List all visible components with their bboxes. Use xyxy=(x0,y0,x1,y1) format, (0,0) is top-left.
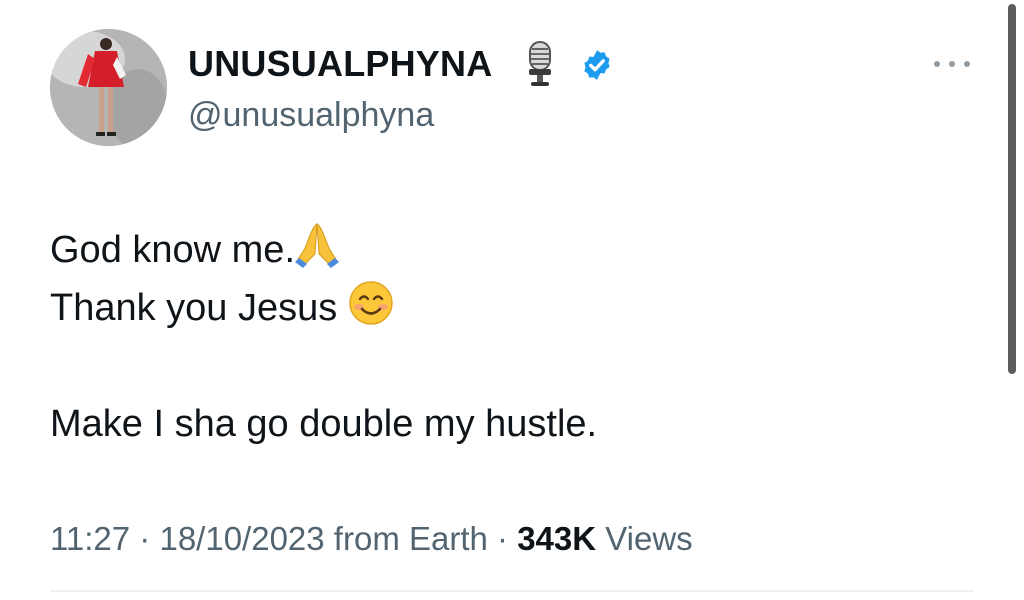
tweet-time[interactable]: 11:27 xyxy=(50,520,130,557)
tweet-text-2: Thank you Jesus xyxy=(50,287,348,329)
more-button[interactable] xyxy=(930,52,974,76)
display-name[interactable]: UNUSUALPHYNA xyxy=(188,42,492,86)
scrollbar[interactable] xyxy=(1008,4,1016,374)
handle[interactable]: @unusualphyna xyxy=(188,94,434,136)
tweet-metadata: 11:27 · 18/10/2023 from Earth · 343K Vie… xyxy=(50,518,693,560)
tweet-source: from Earth xyxy=(324,520,488,557)
tweet-text-line-1: God know me. xyxy=(50,222,339,273)
views-count[interactable]: 343K xyxy=(517,520,596,557)
microphone-icon xyxy=(529,41,551,86)
tweet-text-1: God know me. xyxy=(50,229,295,271)
tweet-text-3: Make I sha go double my hustle. xyxy=(50,403,598,445)
verified-icon[interactable] xyxy=(580,48,614,82)
tweet-text-line-2: Thank you Jesus xyxy=(50,280,394,331)
tweet-date[interactable]: 18/10/2023 xyxy=(159,520,324,557)
views-label[interactable]: Views xyxy=(596,520,692,557)
avatar-photo xyxy=(50,29,167,146)
avatar[interactable] xyxy=(50,29,167,146)
tweet: UNUSUALPHYNA @unusualphyna God know me. xyxy=(0,0,1024,600)
folded-hands-icon xyxy=(295,223,339,268)
separator: · xyxy=(487,520,518,557)
tweet-text-line-3: Make I sha go double my hustle. xyxy=(50,401,597,447)
smiling-face-icon xyxy=(349,281,393,325)
separator: · xyxy=(130,520,160,557)
divider xyxy=(50,590,974,592)
